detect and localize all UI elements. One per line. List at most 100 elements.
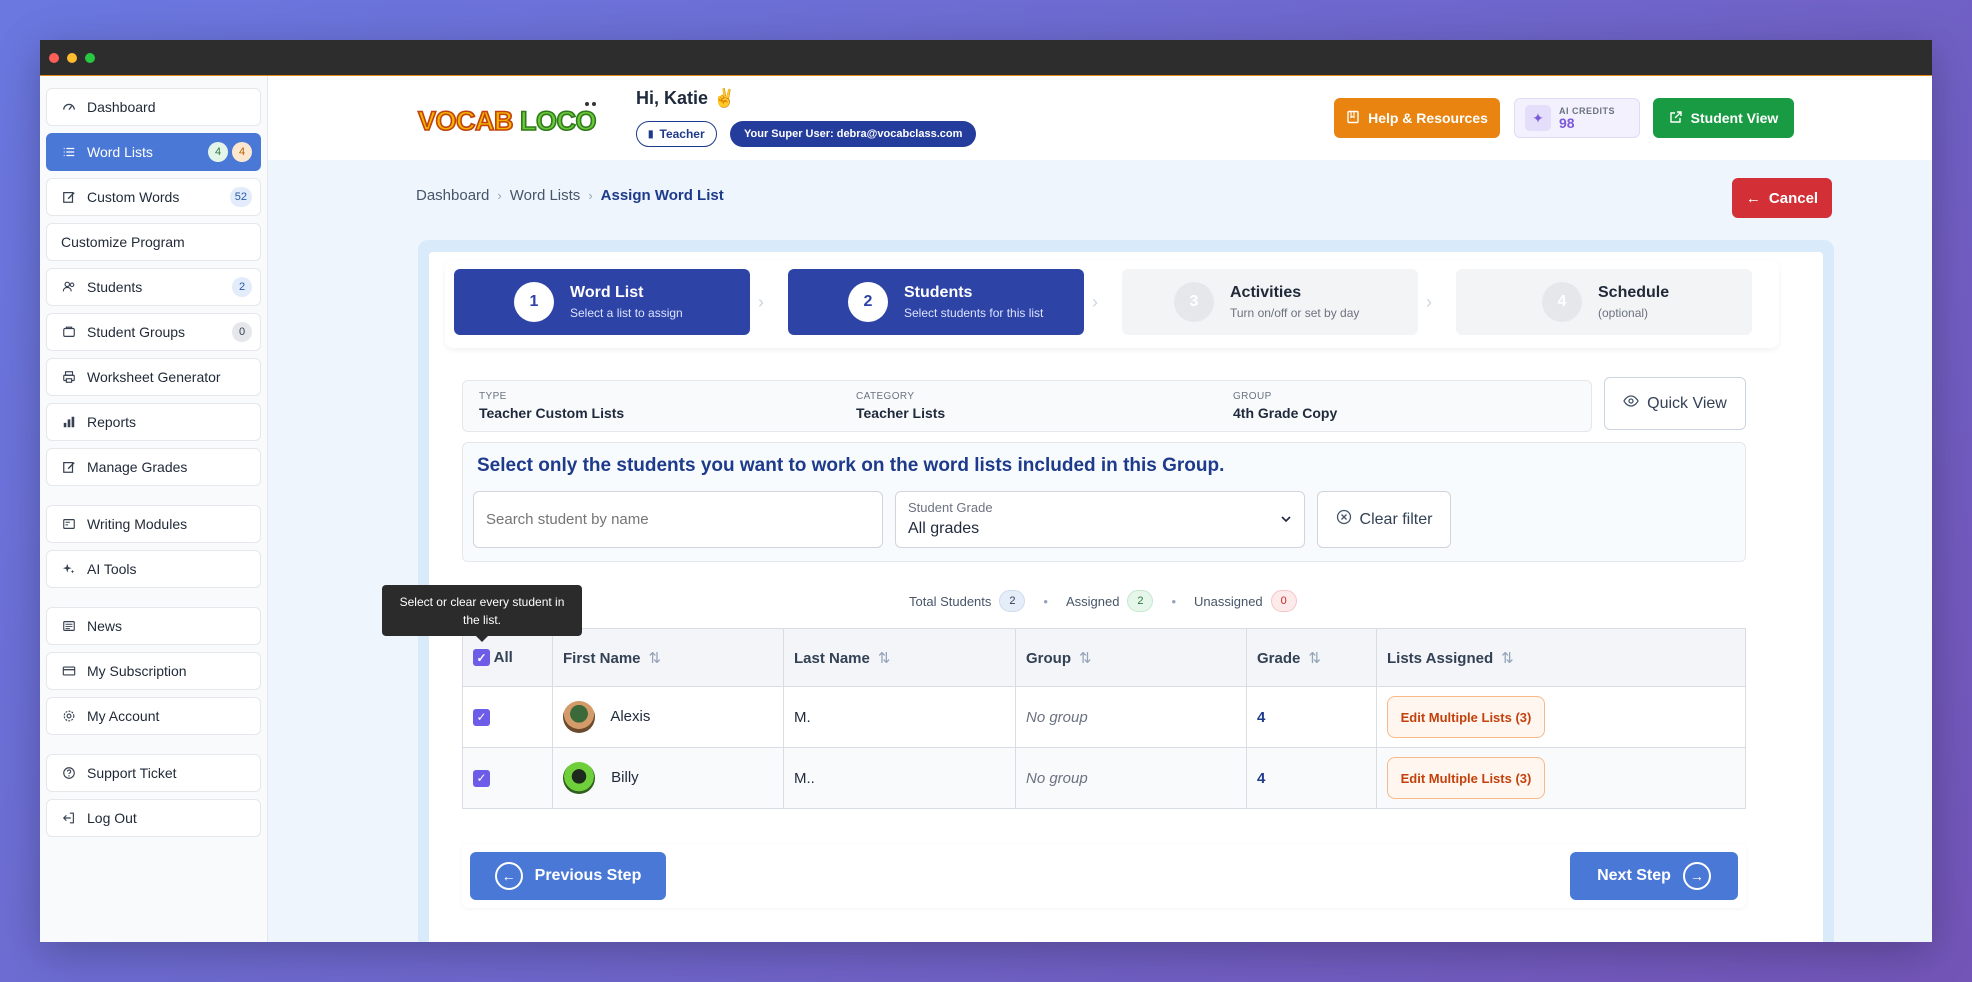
type-label: TYPE — [479, 391, 507, 402]
sidebar-item-ai-tools[interactable]: AI Tools — [46, 550, 261, 588]
top-header: VOCAB LOCO Hi, Katie ✌️ ▮ Teacher Your S… — [268, 76, 1932, 160]
edit-multiple-lists-button[interactable]: Edit Multiple Lists (3) — [1387, 696, 1545, 738]
sidebar-item-custom-words[interactable]: Custom Words 52 — [46, 178, 261, 216]
previous-step-button[interactable]: ← Previous Step — [470, 852, 666, 900]
sidebar-item-log-out[interactable]: Log Out — [46, 799, 261, 837]
sidebar-item-my-subscription[interactable]: My Subscription — [46, 652, 261, 690]
search-student-input[interactable] — [473, 491, 883, 548]
assigned-label: Assigned — [1065, 593, 1120, 609]
last-name-header-label: Last Name — [794, 649, 870, 667]
breadcrumb-dashboard[interactable]: Dashboard — [416, 187, 489, 204]
lists-assigned-header[interactable]: Lists Assigned ⇅ — [1376, 628, 1746, 687]
grade-cell: 4 — [1246, 686, 1377, 748]
sort-icon[interactable]: ⇅ — [878, 650, 891, 667]
breadcrumb-word-lists[interactable]: Word Lists — [510, 187, 581, 204]
sort-icon[interactable]: ⇅ — [649, 650, 662, 667]
last-name-cell: M. — [783, 686, 1016, 748]
step-title: Students — [904, 284, 973, 301]
sidebar-item-label: Customize Program — [61, 234, 185, 250]
select-all-checkbox[interactable]: ✓ — [473, 649, 490, 667]
lists-assigned-cell: Edit Multiple Lists (3) — [1376, 747, 1746, 809]
first-name-header[interactable]: First Name ⇅ — [552, 628, 784, 687]
grade-select-value: All grades — [908, 520, 980, 537]
step-activities[interactable]: 3 Activities Turn on/off or set by day — [1122, 269, 1418, 335]
total-students-label: Total Students — [909, 593, 992, 609]
newspaper-icon — [61, 618, 77, 634]
sidebar-item-label: Worksheet Generator — [87, 369, 221, 385]
sidebar-item-news[interactable]: News — [46, 607, 261, 645]
role-label: Teacher — [659, 127, 705, 141]
separator-dot: • — [1171, 593, 1176, 609]
first-name-cell: Billy — [552, 747, 784, 809]
group-header[interactable]: Group ⇅ — [1015, 628, 1247, 687]
sidebar-item-writing-modules[interactable]: Writing Modules — [46, 505, 261, 543]
step-number: 2 — [848, 282, 888, 322]
sidebar-item-label: Custom Words — [87, 189, 180, 205]
ai-credits-widget[interactable]: ✦ AI CREDITS 98 — [1514, 98, 1640, 138]
sidebar-item-students[interactable]: Students 2 — [46, 268, 261, 306]
svg-text:VOCAB: VOCAB — [418, 106, 513, 136]
sort-icon[interactable]: ⇅ — [1308, 650, 1321, 667]
sparkle-icon: ✦ — [1525, 105, 1551, 131]
minimize-window-button[interactable] — [67, 53, 77, 63]
sidebar-item-student-groups[interactable]: Student Groups 0 — [46, 313, 261, 351]
word-lists-count-badge: 4 — [208, 142, 228, 162]
folder-icon — [61, 324, 77, 340]
group-cell: No group — [1015, 747, 1247, 809]
panel-icon — [61, 516, 77, 532]
close-window-button[interactable] — [49, 53, 59, 63]
role-badge: ▮ Teacher — [636, 121, 717, 147]
sidebar-item-dashboard[interactable]: Dashboard — [46, 88, 261, 126]
quick-view-label: Quick View — [1647, 394, 1727, 412]
sort-icon[interactable]: ⇅ — [1501, 650, 1514, 667]
clear-filter-button[interactable]: Clear filter — [1317, 491, 1451, 548]
sidebar-item-worksheet-generator[interactable]: Worksheet Generator — [46, 358, 261, 396]
sidebar-item-label: Writing Modules — [87, 516, 188, 532]
sidebar-item-label: AI Tools — [87, 561, 137, 577]
sidebar-item-my-account[interactable]: My Account — [46, 697, 261, 735]
step-students[interactable]: 2 Students Select students for this list — [788, 269, 1084, 335]
maximize-window-button[interactable] — [85, 53, 95, 63]
next-step-label: Next Step — [1597, 867, 1671, 884]
sidebar-item-support-ticket[interactable]: Support Ticket — [46, 754, 261, 792]
grade-select[interactable]: Student Grade All grades — [895, 491, 1305, 548]
step-subtitle: Select a list to assign — [570, 306, 683, 320]
sidebar-item-word-lists[interactable]: Word Lists 4 4 — [46, 133, 261, 171]
unassigned-label: Unassigned — [1194, 593, 1263, 609]
assign-card: 1 Word List Select a list to assign › 2 … — [382, 252, 1823, 942]
breadcrumb-current: Assign Word List — [600, 187, 724, 204]
sidebar-item-customize-program[interactable]: Customize Program — [46, 223, 261, 261]
ai-credits-value: 98 — [1559, 115, 1575, 131]
vocab-loco-logo[interactable]: VOCAB LOCO — [416, 98, 604, 138]
grade-header-label: Grade — [1257, 649, 1301, 667]
grade-header[interactable]: Grade ⇅ — [1246, 628, 1377, 687]
step-schedule[interactable]: 4 Schedule (optional) — [1456, 269, 1752, 335]
next-step-button[interactable]: Next Step → — [1570, 852, 1738, 900]
cancel-button[interactable]: ← Cancel — [1732, 178, 1832, 218]
help-resources-button[interactable]: Help & Resources — [1334, 98, 1500, 138]
step-word-list[interactable]: 1 Word List Select a list to assign — [454, 269, 750, 335]
last-name-header[interactable]: Last Name ⇅ — [783, 628, 1016, 687]
select-all-label: All — [493, 648, 513, 666]
quick-view-button[interactable]: Quick View — [1604, 377, 1746, 430]
student-view-button[interactable]: Student View — [1653, 98, 1794, 138]
category-label: CATEGORY — [856, 391, 915, 402]
students-badge: 2 — [232, 277, 252, 297]
row-checkbox[interactable]: ✓ — [473, 708, 490, 726]
sort-icon[interactable]: ⇅ — [1079, 650, 1092, 667]
help-resources-label: Help & Resources — [1368, 110, 1488, 126]
sidebar-item-label: Student Groups — [87, 324, 186, 340]
breadcrumb-separator: › — [497, 188, 502, 203]
edit-multiple-lists-button[interactable]: Edit Multiple Lists (3) — [1387, 757, 1545, 799]
super-user-email: debra@vocabclass.com — [836, 128, 963, 140]
sidebar-item-reports[interactable]: Reports — [46, 403, 261, 441]
step-title: Word List — [570, 284, 644, 301]
help-circle-icon — [61, 765, 77, 781]
grade-value: 4 — [1257, 708, 1266, 726]
gauge-icon — [61, 99, 77, 115]
row-checkbox[interactable]: ✓ — [473, 769, 490, 787]
greeting: Hi, Katie ✌️ — [636, 88, 736, 108]
sidebar-item-manage-grades[interactable]: Manage Grades — [46, 448, 261, 486]
grade-cell: 4 — [1246, 747, 1377, 809]
step-title: Schedule — [1598, 284, 1670, 301]
